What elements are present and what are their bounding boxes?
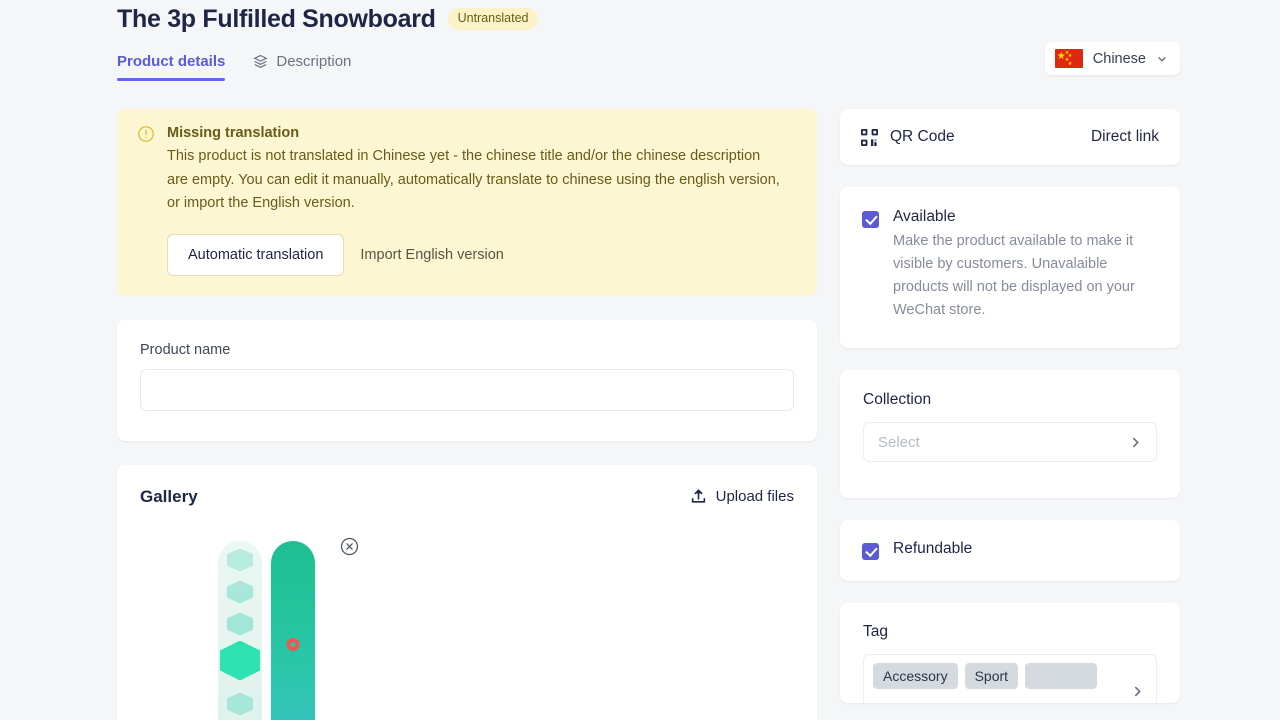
available-row: Available Make the product available to … bbox=[862, 208, 1158, 322]
tag-label: Tag bbox=[863, 623, 1157, 641]
layers-icon bbox=[253, 54, 268, 69]
warning-circle-icon bbox=[137, 125, 155, 276]
tab-description-label: Description bbox=[276, 53, 351, 70]
collection-panel: Collection Select bbox=[840, 370, 1180, 498]
chevron-down-icon bbox=[1156, 53, 1168, 65]
upload-files-label: Upload files bbox=[716, 488, 794, 505]
available-panel: Available Make the product available to … bbox=[840, 187, 1180, 348]
main-column: Missing translation This product is not … bbox=[117, 109, 817, 720]
page-title: The 3p Fulfilled Snowboard bbox=[117, 4, 436, 34]
qr-code-icon bbox=[861, 129, 878, 146]
product-name-card: Product name bbox=[117, 320, 817, 441]
china-flag-icon: ★★ ★★★ bbox=[1055, 49, 1083, 68]
available-checkbox[interactable] bbox=[862, 211, 879, 228]
tab-description[interactable]: Description bbox=[253, 53, 351, 81]
collection-placeholder: Select bbox=[878, 434, 1129, 451]
chevron-right-icon bbox=[1131, 685, 1144, 698]
alert-body: Missing translation This product is not … bbox=[167, 125, 799, 276]
tab-bar: Product details Description bbox=[117, 53, 1180, 81]
remove-image-button[interactable] bbox=[340, 537, 359, 556]
language-selector[interactable]: ★★ ★★★ Chinese bbox=[1045, 42, 1180, 75]
missing-translation-alert: Missing translation This product is not … bbox=[117, 109, 817, 296]
chevron-right-icon bbox=[1129, 436, 1142, 449]
product-translation-page: The 3p Fulfilled Snowboard Untranslated … bbox=[0, 0, 1280, 720]
gallery-thumbnail[interactable] bbox=[140, 529, 400, 720]
available-text-group: Available Make the product available to … bbox=[893, 208, 1158, 322]
available-label: Available bbox=[893, 208, 1158, 226]
available-description: Make the product available to make it vi… bbox=[893, 230, 1158, 322]
title-row: The 3p Fulfilled Snowboard Untranslated bbox=[117, 0, 1180, 34]
refundable-checkbox[interactable] bbox=[862, 543, 879, 560]
collection-select[interactable]: Select bbox=[863, 422, 1157, 462]
snowboard-left bbox=[218, 541, 262, 720]
snowboard-right bbox=[271, 541, 315, 720]
tab-product-details[interactable]: Product details bbox=[117, 53, 225, 81]
tag-chip[interactable]: Sport bbox=[965, 663, 1018, 689]
language-name: Chinese bbox=[1093, 51, 1146, 67]
snowboard-image bbox=[218, 541, 315, 720]
product-name-input[interactable] bbox=[140, 369, 794, 411]
status-badge: Untranslated bbox=[448, 8, 539, 30]
qr-code-group[interactable]: QR Code bbox=[861, 128, 1091, 146]
alert-text: This product is not translated in Chines… bbox=[167, 145, 782, 216]
gallery-title: Gallery bbox=[140, 487, 198, 507]
tag-chip-partial[interactable] bbox=[1025, 663, 1097, 689]
tag-panel: Tag Accessory Sport bbox=[840, 603, 1180, 703]
tab-product-details-label: Product details bbox=[117, 53, 225, 70]
qr-code-panel: QR Code Direct link bbox=[840, 109, 1180, 165]
upload-icon bbox=[690, 488, 707, 505]
qr-code-label: QR Code bbox=[890, 128, 955, 146]
tag-select[interactable]: Accessory Sport bbox=[863, 654, 1157, 703]
tag-chip-list: Accessory Sport bbox=[873, 663, 1131, 689]
alert-actions: Automatic translation Import English ver… bbox=[167, 234, 799, 276]
board-logo-icon bbox=[287, 638, 300, 651]
gallery-card: Gallery Upload files bbox=[117, 465, 817, 720]
refundable-row: Refundable bbox=[862, 540, 1158, 560]
upload-files-button[interactable]: Upload files bbox=[690, 488, 794, 505]
sidebar-column: QR Code Direct link Available Make the p… bbox=[840, 109, 1180, 703]
page-header: The 3p Fulfilled Snowboard Untranslated … bbox=[117, 0, 1180, 81]
direct-link-button[interactable]: Direct link bbox=[1091, 128, 1159, 146]
collection-label: Collection bbox=[863, 391, 1157, 409]
gallery-header: Gallery Upload files bbox=[140, 487, 794, 507]
import-english-version-link[interactable]: Import English version bbox=[354, 241, 509, 269]
alert-title: Missing translation bbox=[167, 125, 799, 141]
refundable-panel: Refundable bbox=[840, 520, 1180, 581]
automatic-translation-button[interactable]: Automatic translation bbox=[167, 234, 344, 276]
refundable-label: Refundable bbox=[893, 540, 972, 558]
tag-chip[interactable]: Accessory bbox=[873, 663, 958, 689]
product-name-label: Product name bbox=[140, 342, 794, 358]
